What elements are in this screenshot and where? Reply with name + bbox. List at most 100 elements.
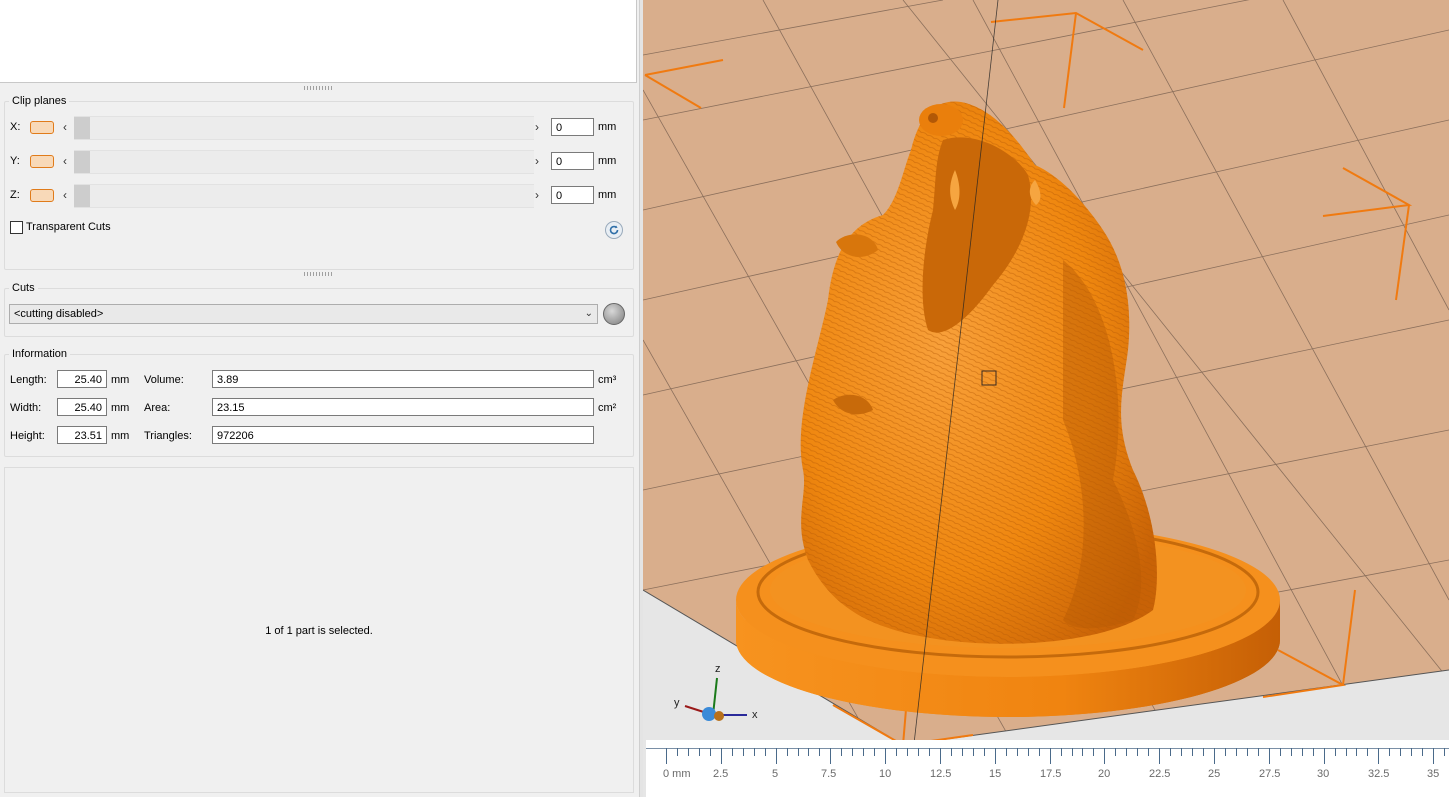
height-label: Height: (10, 430, 45, 442)
ruler-label: 15 (989, 768, 1002, 780)
ruler-tick (776, 748, 777, 764)
volume-label: Volume: (144, 374, 184, 386)
parts-list[interactable] (0, 0, 637, 83)
ruler-tick (1280, 748, 1281, 756)
ruler-tick (852, 748, 853, 756)
ruler-tick (1181, 748, 1182, 756)
ruler-tick (841, 748, 842, 756)
clip-y-right-arrow-icon[interactable]: › (535, 154, 539, 168)
clip-planes-title: Clip planes (9, 95, 70, 107)
ruler-tick (1356, 748, 1357, 756)
ruler-tick (1192, 748, 1193, 756)
clip-y-slider-thumb[interactable] (74, 151, 90, 173)
ruler-tick (1028, 748, 1029, 756)
clip-z-toggle[interactable] (30, 189, 54, 202)
ruler-tick (699, 748, 700, 756)
clip-x-slider[interactable] (74, 116, 534, 140)
clip-x-toggle[interactable] (30, 121, 54, 134)
clip-z-slider[interactable] (74, 184, 534, 208)
clip-x-right-arrow-icon[interactable]: › (535, 120, 539, 134)
ruler-tick (1258, 748, 1259, 756)
ruler-tick (984, 748, 985, 756)
transparent-cuts-checkbox[interactable] (10, 221, 23, 234)
length-label: Length: (10, 374, 47, 386)
ruler-tick (962, 748, 963, 756)
selection-status-panel: 1 of 1 part is selected. (4, 467, 634, 793)
axis-z-label: z (715, 663, 721, 675)
clip-x-slider-thumb[interactable] (74, 117, 90, 139)
clip-x-left-arrow-icon[interactable]: ‹ (63, 120, 67, 134)
ruler-tick (666, 748, 667, 764)
volume-value: 3.89 (212, 370, 594, 388)
clip-z-unit: mm (598, 189, 617, 201)
ruler-label: 10 (879, 768, 892, 780)
splitter-grip[interactable] (304, 86, 334, 90)
axis-x-label: x (752, 709, 758, 721)
clip-z-left-arrow-icon[interactable]: ‹ (63, 188, 67, 202)
ruler-tick (1137, 748, 1138, 756)
ruler-tick (1324, 748, 1325, 764)
information-title: Information (9, 348, 71, 360)
cuts-select[interactable]: <cutting disabled> ⌄ (9, 304, 598, 324)
ruler-label: 20 (1098, 768, 1111, 780)
ruler-tick (874, 748, 875, 756)
ruler-label: 7.5 (821, 768, 837, 780)
transparent-cuts-label: Transparent Cuts (26, 221, 111, 233)
ruler-label: 12.5 (930, 768, 952, 780)
ruler-tick (1389, 748, 1390, 756)
length-unit: mm (111, 374, 130, 386)
ruler-tick (1400, 748, 1401, 756)
ruler-tick (787, 748, 788, 756)
width-label: Width: (10, 402, 42, 414)
ruler-label-0: 0 mm (663, 768, 691, 780)
ruler-tick (1214, 748, 1215, 764)
cut-tool-icon[interactable] (603, 303, 625, 325)
clip-y-left-arrow-icon[interactable]: ‹ (63, 154, 67, 168)
clip-y-toggle[interactable] (30, 155, 54, 168)
area-value: 23.15 (212, 398, 594, 416)
width-value: 25.40 (57, 398, 107, 416)
clip-z-input[interactable]: 0 (551, 186, 594, 204)
model-bear-head (800, 101, 1157, 644)
ruler-tick (1269, 748, 1270, 764)
ruler-line (646, 748, 1449, 749)
area-unit: cm² (598, 402, 617, 414)
ruler-tick (808, 748, 809, 756)
ruler-tick (1093, 748, 1094, 756)
height-unit: mm (111, 430, 130, 442)
ruler-tick (1170, 748, 1171, 756)
ruler-tick (798, 748, 799, 756)
clip-y-slider[interactable] (74, 150, 534, 174)
cuts-select-value: <cutting disabled> (14, 308, 104, 320)
ruler-label: 35 (1427, 768, 1440, 780)
ruler-tick (885, 748, 886, 764)
volume-unit: cm³ (598, 374, 617, 386)
ruler: 0 mm 2.5 5 7.5 10 12.5 15 17.5 20 22.5 2… (646, 740, 1449, 797)
ruler-tick (918, 748, 919, 756)
ruler-tick (1335, 748, 1336, 756)
ruler-tick (1050, 748, 1051, 764)
ruler-tick (1072, 748, 1073, 756)
clip-z-right-arrow-icon[interactable]: › (535, 188, 539, 202)
ruler-tick (765, 748, 766, 756)
3d-viewport[interactable]: z y x (643, 0, 1449, 797)
selection-status-text: 1 of 1 part is selected. (265, 625, 373, 637)
reset-clip-button[interactable] (605, 221, 623, 239)
ruler-tick (1236, 748, 1237, 756)
splitter-grip-2[interactable] (304, 272, 334, 276)
triangles-value: 972206 (212, 426, 594, 444)
clip-z-slider-thumb[interactable] (74, 185, 90, 207)
viewport-scene (643, 0, 1449, 797)
clip-z-label: Z: (10, 189, 20, 201)
ruler-tick (819, 748, 820, 756)
ruler-tick (863, 748, 864, 756)
ruler-tick (830, 748, 831, 764)
ruler-tick (1203, 748, 1204, 756)
ruler-tick (1411, 748, 1412, 756)
ruler-label: 5 (772, 768, 779, 780)
clip-y-input[interactable]: 0 (551, 152, 594, 170)
ruler-tick (1291, 748, 1292, 756)
ruler-tick (896, 748, 897, 756)
clip-x-input[interactable]: 0 (551, 118, 594, 136)
ruler-label: 17.5 (1040, 768, 1062, 780)
